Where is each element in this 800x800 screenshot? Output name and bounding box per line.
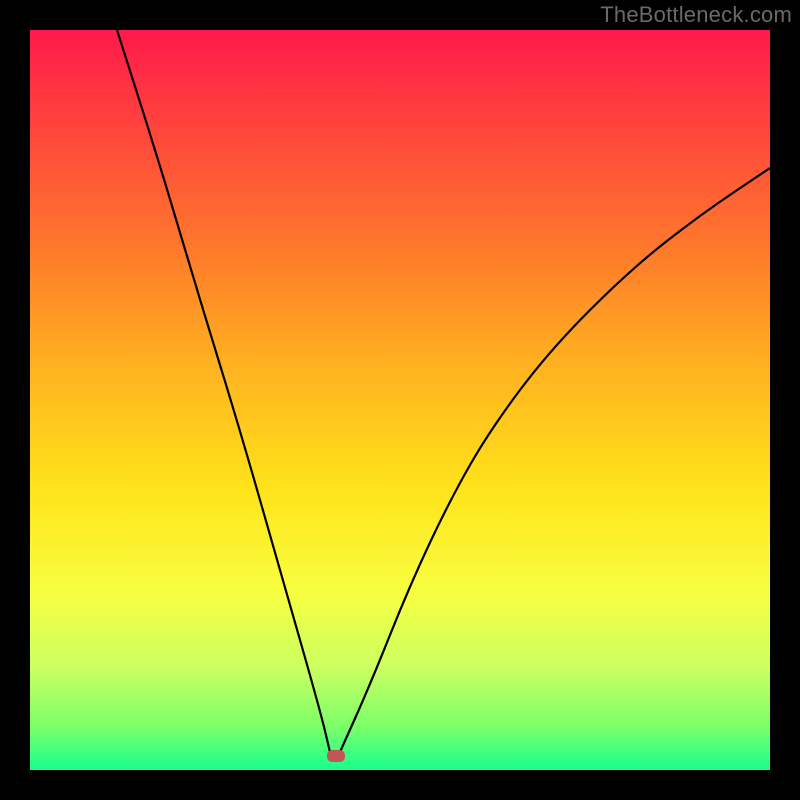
chart-container: TheBottleneck.com — [0, 0, 800, 800]
curve-path — [117, 30, 770, 752]
bottleneck-curve — [30, 30, 770, 770]
minimum-marker — [327, 750, 345, 762]
plot-area — [30, 30, 770, 770]
watermark-text: TheBottleneck.com — [600, 2, 792, 28]
